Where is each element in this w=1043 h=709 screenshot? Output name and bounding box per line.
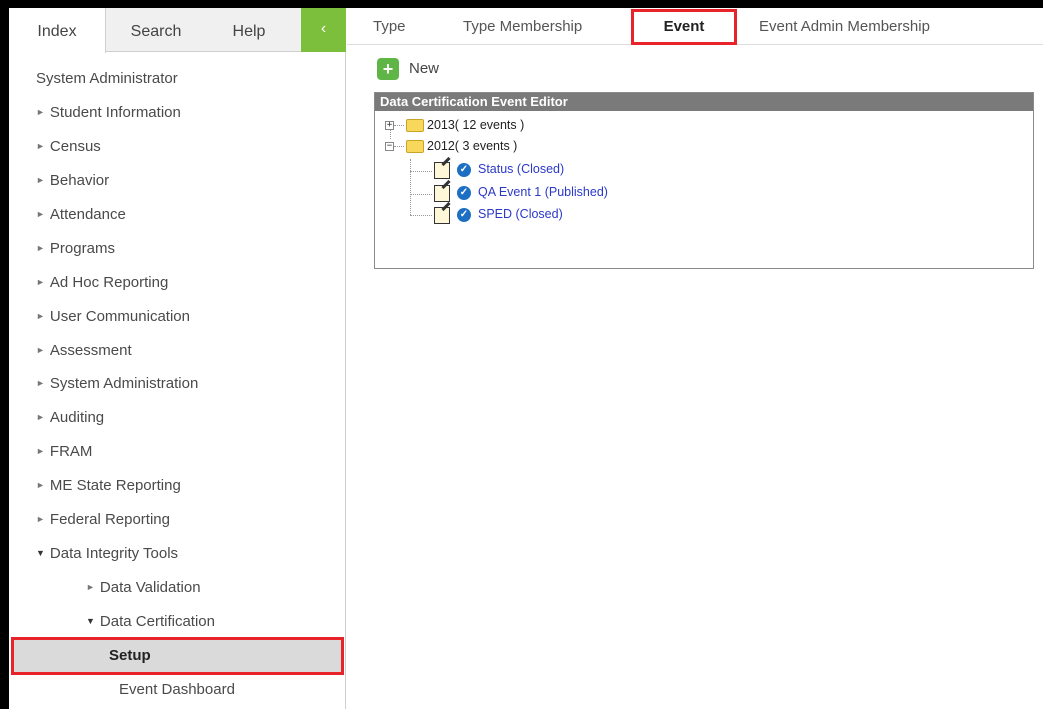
event-editor-panel: Data Certification Event Editor +2013( 1… — [374, 92, 1034, 269]
sidebar-item-assessment[interactable]: ► Assessment — [36, 342, 132, 359]
sidebar-item-setup[interactable]: Setup — [11, 637, 344, 675]
arrow-right-icon: ► — [36, 311, 45, 321]
tab-help[interactable]: Help — [209, 8, 289, 52]
edit-icon[interactable] — [434, 162, 450, 179]
sidebar-header: System Administrator — [36, 70, 178, 87]
arrow-down-icon: ▼ — [36, 548, 45, 558]
sidebar-item-federal-reporting[interactable]: ► Federal Reporting — [36, 511, 170, 528]
sidebar-item-programs[interactable]: ► Programs — [36, 240, 115, 257]
sidebar-item-attendance[interactable]: ► Attendance — [36, 206, 126, 223]
plus-circle-icon: + — [377, 58, 399, 81]
folder-icon — [406, 140, 424, 154]
arrow-right-icon: ► — [36, 412, 45, 422]
arrow-right-icon: ► — [36, 345, 45, 355]
collapse-icon[interactable]: − — [385, 142, 394, 152]
sidebar-item-fram[interactable]: ► FRAM — [36, 443, 92, 460]
chevron-left-icon: ‹ — [320, 20, 327, 37]
check-circle-icon: ✓ — [457, 186, 471, 200]
sidebar-item-me-state-reporting[interactable]: ► ME State Reporting — [36, 477, 181, 494]
sidebar-item-user-communication[interactable]: ► User Communication — [36, 308, 190, 325]
tree-connector — [410, 194, 432, 195]
sidebar-item-label: Data Certification — [99, 613, 215, 630]
tab-event[interactable]: Event — [631, 9, 737, 45]
tree-node-2013[interactable]: +2013( 12 events ) — [385, 118, 525, 133]
sidebar-item-label: Data Integrity Tools — [49, 545, 179, 562]
sidebar-item-ad-hoc-reporting[interactable]: ► Ad Hoc Reporting — [36, 274, 168, 291]
arrow-right-icon: ► — [36, 446, 45, 456]
check-circle-icon: ✓ — [457, 208, 471, 222]
top-tabs: Type Type Membership Event Event Admin M… — [347, 8, 1043, 45]
tab-index[interactable]: Index — [9, 8, 106, 53]
expand-icon[interactable]: + — [385, 121, 394, 131]
tree-connector — [410, 171, 432, 172]
sidebar-item-label: Behavior — [49, 172, 110, 189]
arrow-right-icon: ► — [36, 141, 45, 151]
sidebar-item-label: Federal Reporting — [49, 511, 170, 528]
sidebar-item-label: FRAM — [49, 443, 93, 460]
sidebar-item-data-validation[interactable]: ► Data Validation — [86, 579, 201, 596]
tab-event-admin-membership[interactable]: Event Admin Membership — [759, 8, 930, 45]
sidebar-item-auditing[interactable]: ► Auditing — [36, 409, 104, 426]
arrow-right-icon: ► — [36, 243, 45, 253]
sidebar-item-student-information[interactable]: ► Student Information — [36, 104, 181, 121]
tab-type-membership[interactable]: Type Membership — [463, 8, 582, 45]
tab-type[interactable]: Type — [373, 8, 406, 45]
arrow-right-icon: ► — [36, 480, 45, 490]
new-button[interactable]: + New — [377, 57, 439, 81]
sidebar-item-census[interactable]: ► Census — [36, 138, 101, 155]
sidebar-item-label: Data Validation — [99, 579, 201, 596]
sidebar-item-label: User Communication — [49, 308, 190, 325]
arrow-right-icon: ► — [36, 175, 45, 185]
sidebar-item-data-certification[interactable]: ▼ Data Certification — [86, 613, 215, 630]
editor-title: Data Certification Event Editor — [375, 93, 1033, 111]
sidebar-item-data-integrity-tools[interactable]: ▼ Data Integrity Tools — [36, 545, 178, 562]
sidebar-item-label: System Administration — [49, 375, 199, 392]
sidebar-item-label: Setup — [109, 647, 151, 664]
new-button-label: New — [409, 60, 440, 77]
sidebar-item-event-dashboard[interactable]: Event Dashboard — [119, 681, 235, 698]
collapse-sidebar-button[interactable]: ‹ — [301, 8, 346, 52]
sidebar-item-label: Event Dashboard — [119, 681, 235, 698]
sidebar-item-label: Attendance — [49, 206, 126, 223]
event-link[interactable]: SPED (Closed) — [478, 207, 563, 221]
sidebar-item-label: Programs — [49, 240, 115, 257]
arrow-right-icon: ► — [36, 107, 45, 117]
edit-icon[interactable] — [434, 207, 450, 224]
arrow-right-icon: ► — [36, 378, 45, 388]
tree-node-2012[interactable]: − 2012( 3 events ) — [385, 139, 518, 154]
tree-connector — [410, 159, 411, 215]
sidebar-item-label: ME State Reporting — [49, 477, 181, 494]
edit-icon[interactable] — [434, 185, 450, 202]
sidebar-item-label: Student Information — [49, 104, 181, 121]
sidebar: Index Search Help ‹ System Administrator… — [9, 8, 346, 709]
sidebar-item-label: Auditing — [49, 409, 105, 426]
tree-connector — [410, 215, 432, 216]
sidebar-item-behavior[interactable]: ► Behavior — [36, 172, 109, 189]
arrow-right-icon: ► — [86, 582, 95, 592]
arrow-right-icon: ► — [36, 209, 45, 219]
sidebar-item-system-administration[interactable]: ► System Administration — [36, 375, 198, 392]
sidebar-tabs: Index Search Help ‹ — [9, 8, 346, 53]
tree-connector — [394, 125, 404, 127]
tree-node-label: 2012( 3 events ) — [427, 139, 518, 153]
sidebar-item-label: Assessment — [49, 342, 132, 359]
check-circle-icon: ✓ — [457, 163, 471, 177]
event-link[interactable]: QA Event 1 (Published) — [478, 185, 608, 199]
sidebar-item-label: Census — [49, 138, 101, 155]
app-window: Index Search Help ‹ System Administrator… — [9, 8, 1043, 709]
tree-connector — [394, 146, 404, 148]
arrow-right-icon: ► — [36, 277, 45, 287]
event-link[interactable]: Status (Closed) — [478, 162, 564, 176]
arrow-down-icon: ▼ — [86, 616, 95, 626]
arrow-right-icon: ► — [36, 514, 45, 524]
tree-node-label: 2013( 12 events ) — [427, 118, 525, 132]
sidebar-item-label: Ad Hoc Reporting — [49, 274, 169, 291]
main-content: Type Type Membership Event Event Admin M… — [347, 8, 1043, 709]
folder-icon — [406, 119, 424, 133]
tab-search[interactable]: Search — [111, 8, 201, 52]
